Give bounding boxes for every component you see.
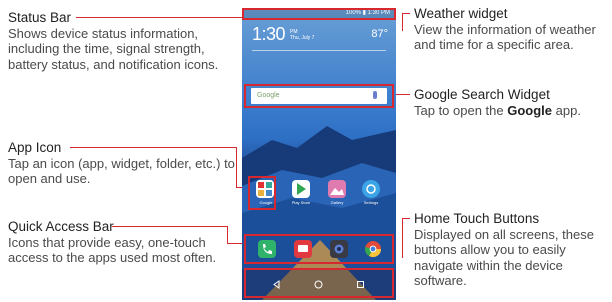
home-buttons-description: Displayed on all screens, these buttons … — [414, 226, 594, 289]
quick-access-leader-h — [112, 226, 228, 227]
app-icon-description: Tap an icon (app, widget, folder, etc.) … — [8, 155, 235, 187]
google-bold: Google — [507, 102, 553, 118]
status-bar-leader — [76, 17, 242, 18]
status-bar-callout: Status Bar Shows device status informati… — [8, 10, 238, 72]
search-highlight — [244, 84, 394, 108]
weather-leader-v — [402, 13, 403, 31]
temperature: 87° — [371, 28, 388, 40]
home-buttons-callout: Home Touch Buttons Displayed on all scre… — [414, 211, 610, 289]
weather-description: View the information of weather and time… — [414, 21, 596, 53]
home-buttons-leader-v — [402, 218, 403, 258]
app-label-gallery: Gallery — [330, 200, 344, 205]
play-store-icon[interactable] — [292, 180, 310, 198]
search-callout: Google Search Widget Tap to open the Goo… — [414, 87, 610, 118]
quick-access-highlight — [244, 234, 394, 264]
gallery-icon[interactable] — [328, 180, 346, 198]
quick-access-description: Icons that provide easy, one-touch acces… — [8, 234, 217, 266]
app-icon-highlight — [248, 176, 276, 210]
clock: 1:30 — [252, 24, 286, 44]
status-bar-highlight — [242, 8, 396, 20]
phone-screen: 100% ▮ 1:30 PM 1:30 PM Thu, July 7 87° Go… — [242, 8, 396, 300]
settings-icon[interactable] — [362, 180, 380, 198]
status-bar-title: Status Bar — [8, 10, 72, 25]
weather-divider — [252, 50, 386, 51]
search-description: Tap to open the Google app. — [414, 102, 581, 118]
home-buttons-title: Home Touch Buttons — [414, 211, 540, 226]
app-label-settings: Settings — [363, 200, 379, 205]
weather-leader-h — [402, 13, 410, 14]
app-label-play-store: Play Store — [291, 200, 311, 205]
app-icon-leader-h — [70, 147, 237, 148]
app-icon-title: App Icon — [8, 140, 62, 155]
home-buttons-highlight — [244, 268, 394, 298]
status-bar-description: Shows device status information, includi… — [8, 25, 219, 72]
search-leader — [396, 94, 410, 95]
date: PM Thu, July 7 — [290, 29, 315, 41]
search-title: Google Search Widget — [414, 87, 550, 102]
weather-callout: Weather widget View the information of w… — [414, 6, 610, 53]
quick-access-leader-v — [227, 226, 228, 244]
quick-access-title: Quick Access Bar — [8, 219, 114, 234]
weather-title: Weather widget — [414, 6, 508, 21]
app-icon-leader-v — [236, 147, 237, 188]
home-buttons-leader-h — [402, 218, 410, 219]
